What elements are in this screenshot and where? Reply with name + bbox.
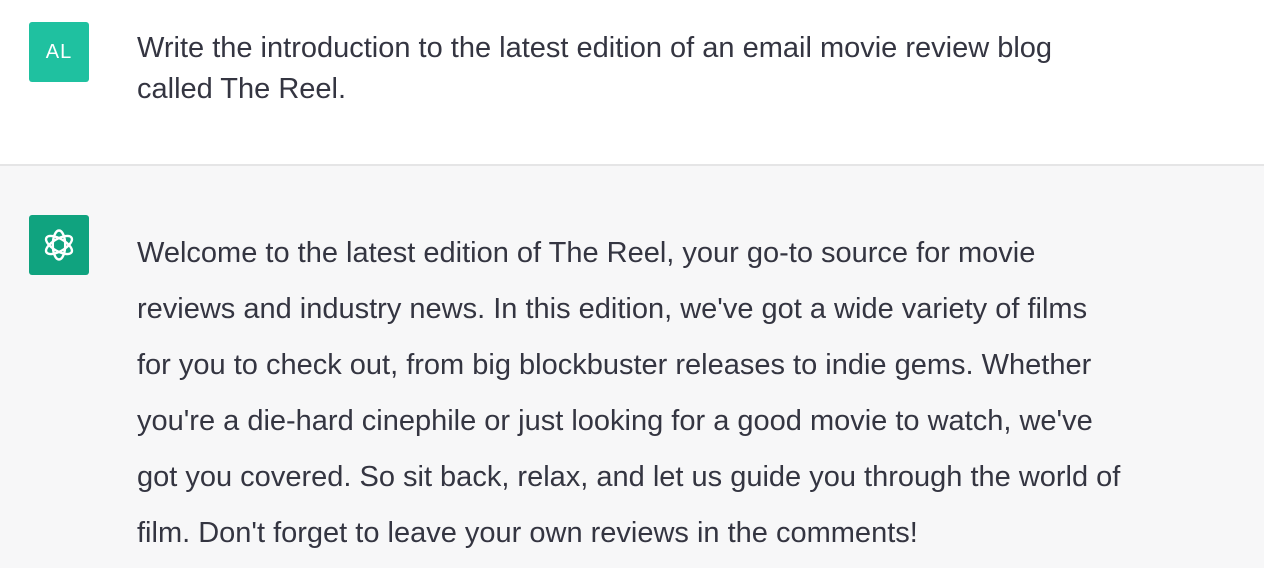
user-avatar: AL — [29, 22, 89, 82]
assistant-message-text: Welcome to the latest edition of The Ree… — [137, 237, 1121, 549]
openai-logo-icon — [44, 229, 74, 261]
chat-transcript: AL Write the introduction to the latest … — [0, 0, 1264, 568]
user-message-row: AL Write the introduction to the latest … — [0, 0, 1264, 166]
assistant-message-row: Welcome to the latest edition of The Ree… — [0, 166, 1264, 568]
user-message-text: Write the introduction to the latest edi… — [137, 32, 1053, 105]
user-avatar-initials: AL — [45, 40, 73, 63]
assistant-avatar — [29, 215, 89, 275]
